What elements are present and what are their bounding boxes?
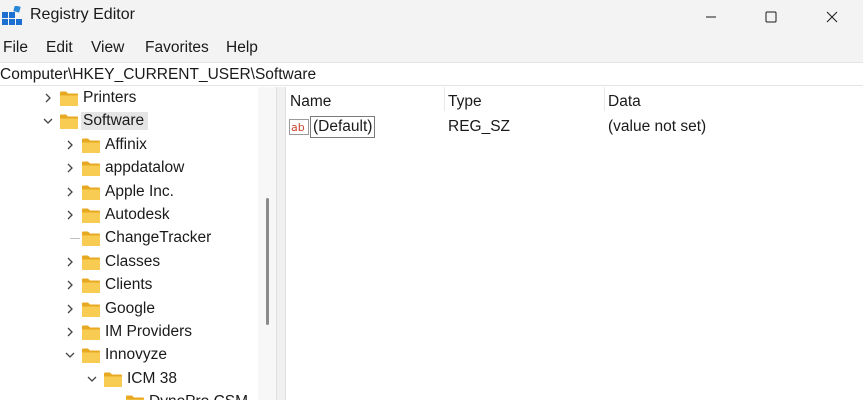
tree-node-label[interactable]: Classes: [105, 253, 160, 271]
tree-node[interactable]: Printers: [0, 87, 258, 110]
window-title: Registry Editor: [30, 6, 135, 23]
value-name[interactable]: (Default): [310, 116, 376, 138]
column-divider[interactable]: [604, 87, 605, 111]
maximize-icon: [765, 11, 777, 22]
address-bar[interactable]: Computer\HKEY_CURRENT_USER\Software: [0, 62, 863, 86]
maximize-button[interactable]: [740, 0, 802, 33]
chevron-right-icon[interactable]: [63, 278, 77, 292]
folder-icon: [81, 301, 101, 318]
values-list[interactable]: Name Type Data ab (Default) REG_SZ (valu…: [286, 87, 863, 400]
chevron-right-icon[interactable]: [63, 208, 77, 222]
tree-node-label[interactable]: Printers: [83, 89, 136, 107]
folder-icon: [81, 160, 101, 177]
chevron-down-icon[interactable]: [41, 114, 55, 128]
tree-node[interactable]: Classes: [0, 251, 258, 274]
tree-node-label[interactable]: ChangeTracker: [105, 229, 211, 247]
folder-icon: [81, 137, 101, 154]
tree-node[interactable]: Clients: [0, 274, 258, 297]
value-type: REG_SZ: [448, 118, 511, 135]
tree-node[interactable]: DynoPro CSM: [0, 391, 258, 400]
tree-node-label[interactable]: Apple Inc.: [105, 183, 174, 201]
tree-node-label[interactable]: ICM 38: [127, 370, 177, 388]
folder-icon: [81, 207, 101, 224]
tree-node-label[interactable]: Autodesk: [105, 206, 170, 224]
column-header-type[interactable]: Type: [448, 93, 482, 111]
title-bar: Registry Editor: [0, 0, 863, 33]
tree-scrollbar-thumb[interactable]: [266, 198, 269, 325]
minimize-button[interactable]: [680, 0, 742, 33]
chevron-right-icon[interactable]: [63, 302, 77, 316]
string-value-icon: ab: [289, 119, 309, 135]
folder-icon: [81, 254, 101, 271]
tree-node-label[interactable]: IM Providers: [105, 323, 192, 341]
chevron-right-icon[interactable]: [63, 185, 77, 199]
tree-node-label[interactable]: appdatalow: [105, 159, 184, 177]
pane-splitter[interactable]: [276, 87, 286, 400]
folder-icon: [103, 371, 123, 388]
folder-icon: [81, 277, 101, 294]
chevron-right-icon[interactable]: [63, 255, 77, 269]
tree-connector-line: [70, 238, 80, 239]
tree-node[interactable]: IM Providers: [0, 321, 258, 344]
tree-node-label[interactable]: DynoPro CSM: [149, 393, 248, 400]
registry-editor-app-icon: [2, 6, 22, 25]
value-data: (value not set): [608, 118, 707, 135]
minimize-icon: [706, 16, 716, 17]
tree-node[interactable]: ChangeTracker: [0, 227, 258, 250]
svg-text:ab: ab: [291, 121, 305, 134]
chevron-right-icon[interactable]: [63, 138, 77, 152]
chevron-right-icon[interactable]: [41, 91, 55, 105]
tree-node-label[interactable]: Software: [81, 112, 149, 130]
tree-node[interactable]: Software: [0, 110, 258, 133]
registry-tree[interactable]: Printers Software Affinix appdatalow Apple I…: [0, 87, 258, 400]
menu-file[interactable]: File: [3, 39, 28, 57]
folder-icon: [81, 347, 101, 364]
tree-node[interactable]: Apple Inc.: [0, 181, 258, 204]
folder-icon: [81, 230, 101, 247]
chevron-right-icon[interactable]: [63, 325, 77, 339]
tree-node-label[interactable]: Google: [105, 300, 155, 318]
tree-node-label[interactable]: Affinix: [105, 136, 147, 154]
column-header-name[interactable]: Name: [290, 93, 331, 111]
menu-bar: File Edit View Favorites Help: [0, 33, 863, 62]
menu-view[interactable]: View: [91, 39, 124, 57]
column-header-data[interactable]: Data: [608, 93, 641, 111]
tree-node[interactable]: appdatalow: [0, 157, 258, 180]
chevron-down-icon[interactable]: [85, 372, 99, 386]
tree-node[interactable]: Google: [0, 298, 258, 321]
menu-edit[interactable]: Edit: [46, 39, 73, 57]
menu-favorites[interactable]: Favorites: [145, 39, 209, 57]
folder-icon: [81, 324, 101, 341]
tree-node-label[interactable]: Innovyze: [105, 346, 167, 364]
tree-node-label[interactable]: Clients: [105, 276, 152, 294]
folder-icon: [59, 90, 79, 107]
address-path[interactable]: Computer\HKEY_CURRENT_USER\Software: [0, 66, 316, 84]
value-row[interactable]: ab (Default) REG_SZ (value not set): [286, 115, 863, 139]
close-button[interactable]: [801, 0, 863, 33]
folder-icon: [81, 184, 101, 201]
tree-node[interactable]: Innovyze: [0, 344, 258, 367]
folder-icon: [59, 113, 79, 130]
tree-node[interactable]: Autodesk: [0, 204, 258, 227]
column-divider[interactable]: [444, 87, 445, 111]
close-icon: [826, 11, 838, 22]
tree-node[interactable]: ICM 38: [0, 368, 258, 391]
chevron-down-icon[interactable]: [63, 348, 77, 362]
tree-node[interactable]: Affinix: [0, 134, 258, 157]
menu-help[interactable]: Help: [226, 39, 258, 57]
folder-icon: [125, 394, 145, 400]
chevron-right-icon[interactable]: [63, 161, 77, 175]
